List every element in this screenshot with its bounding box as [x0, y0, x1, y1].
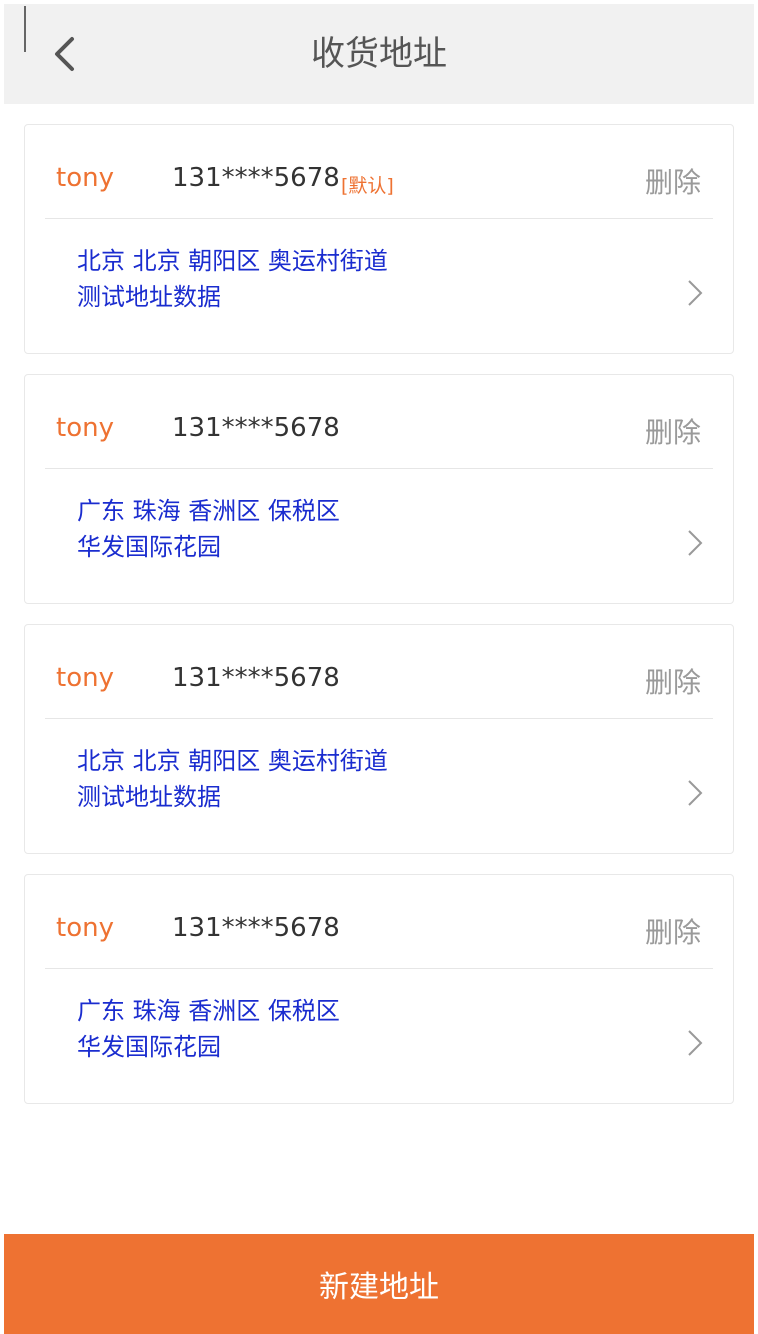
recipient-name: tony [56, 913, 114, 943]
app-frame: 收货地址 tony 131****5678 [默认] 删除 北京 北京 朝阳区 … [4, 4, 754, 1334]
address-detail: 华发国际花园 [77, 1033, 221, 1061]
delete-button[interactable]: 删除 [645, 661, 701, 701]
delete-button[interactable]: 删除 [645, 411, 701, 451]
chevron-right-icon[interactable] [685, 529, 705, 557]
recipient-phone: 131****5678 [172, 913, 340, 943]
chevron-right-icon[interactable] [685, 279, 705, 307]
recipient-phone: 131****5678 [172, 413, 340, 443]
new-address-button[interactable]: 新建地址 [4, 1234, 754, 1334]
delete-button[interactable]: 删除 [645, 911, 701, 951]
address-card[interactable]: tony 131****5678 [默认] 删除 北京 北京 朝阳区 奥运村街道… [24, 124, 734, 354]
recipient-name: tony [56, 663, 114, 693]
address-card[interactable]: tony 131****5678 删除 广东 珠海 香洲区 保税区 华发国际花园 [24, 374, 734, 604]
address-list: tony 131****5678 [默认] 删除 北京 北京 朝阳区 奥运村街道… [24, 124, 734, 1124]
recipient-name: tony [56, 413, 114, 443]
chevron-right-icon[interactable] [685, 779, 705, 807]
address-detail: 华发国际花园 [77, 533, 221, 561]
address-region: 北京 北京 朝阳区 奥运村街道 [77, 247, 388, 275]
header-bar: 收货地址 [4, 4, 754, 104]
address-region: 北京 北京 朝阳区 奥运村街道 [77, 747, 388, 775]
address-card-header [45, 875, 713, 969]
address-card-header [45, 375, 713, 469]
address-card[interactable]: tony 131****5678 删除 广东 珠海 香洲区 保税区 华发国际花园 [24, 874, 734, 1104]
back-button[interactable] [44, 32, 84, 76]
address-detail: 测试地址数据 [77, 783, 221, 811]
address-detail: 测试地址数据 [77, 283, 221, 311]
recipient-phone: 131****5678 [172, 163, 340, 193]
address-card[interactable]: tony 131****5678 删除 北京 北京 朝阳区 奥运村街道 测试地址… [24, 624, 734, 854]
recipient-name: tony [56, 163, 114, 193]
recipient-phone: 131****5678 [172, 663, 340, 693]
text-cursor [24, 6, 26, 52]
address-region: 广东 珠海 香洲区 保税区 [77, 497, 340, 525]
chevron-right-icon[interactable] [685, 1029, 705, 1057]
address-region: 广东 珠海 香洲区 保税区 [77, 997, 340, 1025]
default-badge: [默认] [341, 175, 394, 197]
page-title: 收货地址 [311, 34, 447, 74]
delete-button[interactable]: 删除 [645, 161, 701, 201]
address-card-header [45, 625, 713, 719]
chevron-left-icon [55, 37, 74, 71]
